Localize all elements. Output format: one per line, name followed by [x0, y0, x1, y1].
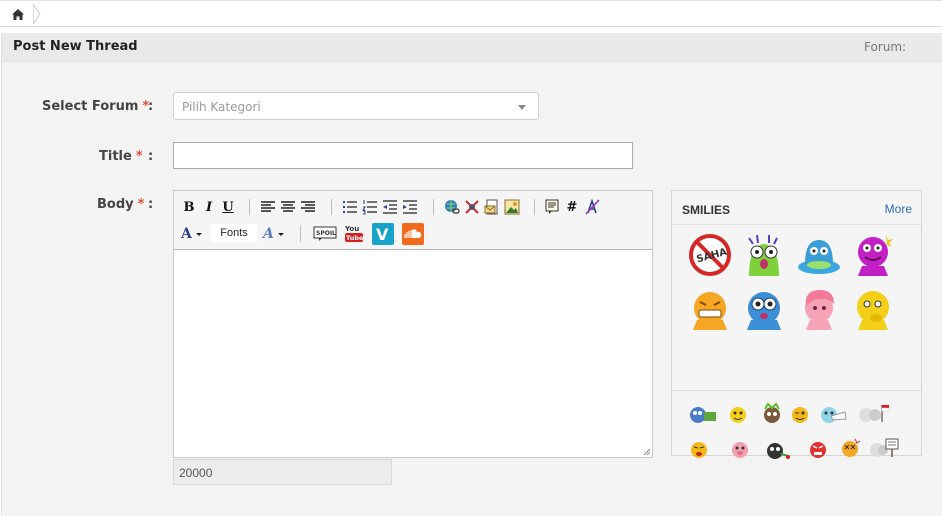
title-label-text: Title	[99, 149, 132, 164]
fonts-dropdown[interactable]: Fonts	[211, 224, 257, 242]
toolbar-separator	[331, 199, 332, 215]
body-label-text: Body	[97, 197, 134, 212]
page-title: Post New Thread	[13, 39, 138, 54]
tongue-icon[interactable]	[688, 439, 710, 461]
forum-label: Forum:	[864, 40, 907, 54]
underline-button[interactable]: U	[221, 199, 235, 215]
align-center-icon[interactable]	[280, 199, 296, 215]
dizzy-icon[interactable]	[839, 437, 861, 459]
no-saha-icon[interactable]: SAHA	[687, 232, 733, 278]
toolbar-separator	[249, 199, 250, 215]
flag-icon[interactable]	[858, 402, 890, 424]
character-count: 20000	[173, 459, 392, 485]
svg-text:You: You	[344, 225, 359, 233]
pink-girl-icon[interactable]	[796, 286, 842, 332]
bullet-list-icon[interactable]	[342, 199, 358, 215]
body-textarea[interactable]	[174, 249, 652, 457]
green-monster-icon[interactable]	[741, 232, 787, 278]
soundcloud-icon[interactable]	[402, 223, 424, 245]
svg-text:Tube: Tube	[346, 234, 364, 242]
toolbar-separator	[534, 199, 535, 215]
font-size-icon[interactable]: A	[262, 225, 286, 241]
yellow-grin-icon[interactable]	[687, 286, 733, 332]
home-icon	[12, 8, 24, 20]
toolbar-separator	[433, 199, 434, 215]
editor-toolbar: B I U # A Fonts A SPOIL You Tube V	[174, 191, 652, 249]
insert-link-icon[interactable]	[444, 199, 460, 215]
smilies-title: SMILIES	[682, 203, 731, 217]
black-bomb-icon[interactable]	[765, 439, 791, 461]
svg-text:V: V	[376, 225, 389, 244]
yellow-smile-icon[interactable]	[727, 404, 749, 426]
youtube-icon[interactable]: YouTube	[344, 223, 364, 243]
numbered-list-icon[interactable]	[362, 199, 378, 215]
title-label: Title *	[99, 149, 143, 164]
post-thread-panel: Post New Thread Forum: Select Forum * : P…	[1, 33, 942, 516]
panel-header: Post New Thread Forum:	[2, 33, 942, 62]
sign-icon[interactable]	[868, 437, 900, 459]
insert-email-icon[interactable]	[484, 199, 500, 215]
colon: :	[148, 197, 154, 212]
align-right-icon[interactable]	[300, 199, 316, 215]
pig-icon[interactable]	[729, 439, 751, 461]
required-mark: *	[137, 197, 145, 212]
colon: :	[148, 149, 154, 164]
wink-icon[interactable]	[789, 404, 811, 426]
svg-text:A: A	[262, 226, 274, 241]
mask-icon[interactable]	[819, 404, 849, 426]
body-label: Body *	[97, 197, 144, 212]
forum-select[interactable]: Pilih Kategori	[173, 92, 539, 120]
colon: :	[148, 99, 154, 114]
smilies-divider	[672, 390, 921, 391]
outdent-icon[interactable]	[382, 199, 398, 215]
resize-handle-icon[interactable]	[643, 448, 651, 456]
smilies-panel: SMILIES More SAHA	[671, 190, 922, 459]
body-editor: B I U # A Fonts A SPOIL You Tube V	[173, 190, 653, 458]
blue-surprised-icon[interactable]	[741, 286, 787, 332]
blue-peek-icon[interactable]	[688, 404, 718, 426]
select-forum-label-text: Select Forum	[42, 99, 139, 114]
angry-icon[interactable]	[807, 439, 829, 461]
vimeo-icon[interactable]: V	[372, 223, 394, 245]
character-count-value: 20000	[179, 466, 213, 480]
smilies-divider	[672, 224, 921, 225]
home-button[interactable]	[3, 4, 34, 24]
svg-text:SPOIL: SPOIL	[316, 230, 336, 237]
remove-link-icon[interactable]	[464, 199, 480, 215]
yellow-thinking-icon[interactable]	[850, 286, 896, 332]
green-hair-icon[interactable]	[761, 402, 783, 424]
remove-format-icon[interactable]	[584, 199, 600, 215]
hash-button[interactable]: #	[565, 199, 579, 215]
required-mark: *	[135, 149, 143, 164]
select-forum-label: Select Forum *	[42, 99, 149, 114]
bold-button[interactable]: B	[182, 199, 196, 215]
breadcrumb	[0, 0, 942, 27]
indent-icon[interactable]	[402, 199, 418, 215]
blue-ufo-icon[interactable]	[796, 232, 842, 278]
insert-image-icon[interactable]	[504, 199, 520, 215]
title-input[interactable]	[173, 142, 633, 169]
purple-smiley-icon[interactable]	[850, 232, 896, 278]
spoiler-icon[interactable]: SPOIL	[313, 225, 337, 241]
italic-button[interactable]: I	[202, 199, 216, 215]
breadcrumb-separator-icon	[33, 4, 41, 24]
svg-text:A: A	[180, 226, 193, 241]
font-color-icon[interactable]: A	[180, 225, 204, 241]
chevron-down-icon	[518, 105, 526, 110]
forum-select-value: Pilih Kategori	[182, 100, 261, 114]
quote-icon[interactable]	[544, 199, 560, 215]
smilies-more-link[interactable]: More	[885, 202, 912, 216]
toolbar-separator	[300, 226, 301, 242]
align-left-icon[interactable]	[260, 199, 276, 215]
